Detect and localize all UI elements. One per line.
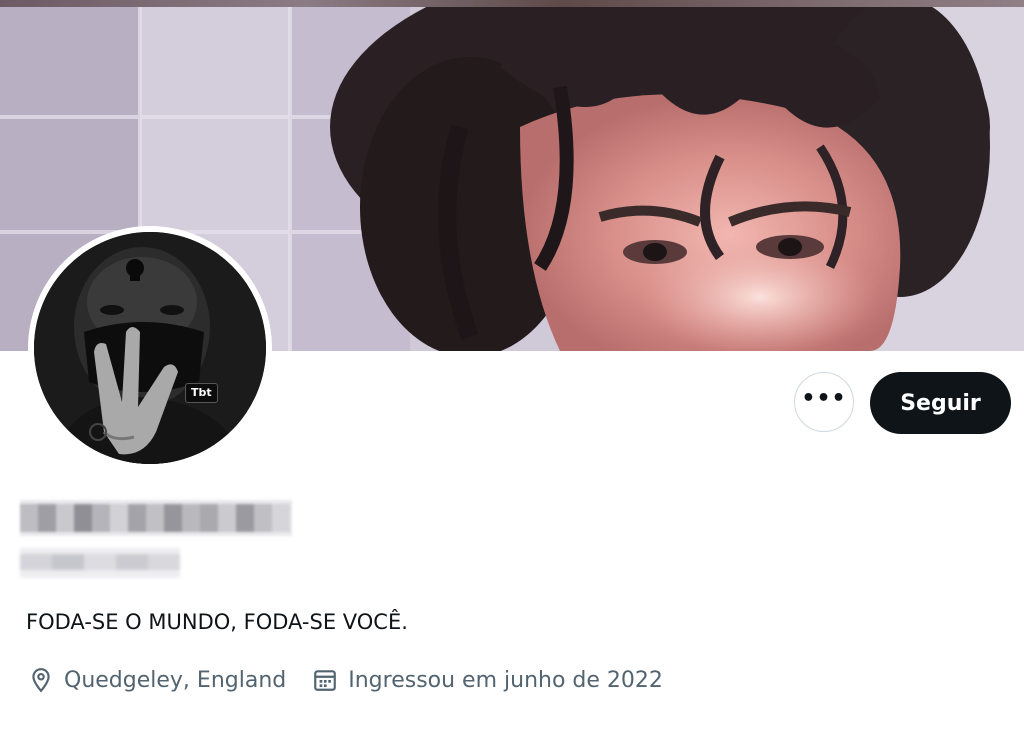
avatar-image: Tbt xyxy=(34,232,266,464)
location-pin-icon xyxy=(32,668,50,693)
profile-meta: Quedgeley, England Ingressou em junho de… xyxy=(28,664,663,696)
more-options-button[interactable]: ••• xyxy=(794,372,854,432)
redacted-username xyxy=(20,548,180,578)
profile-bio: FODA-SE O MUNDO, FODA-SE VOCÊ. xyxy=(26,610,408,634)
tbt-badge: Tbt xyxy=(185,383,218,403)
calendar-icon xyxy=(314,670,337,691)
redacted-display-name xyxy=(20,500,292,536)
follow-button[interactable]: Seguir xyxy=(870,372,1011,434)
location-item: Quedgeley, England xyxy=(28,667,286,693)
profile-avatar[interactable]: Tbt xyxy=(28,226,272,470)
joined-text: Ingressou em junho de 2022 xyxy=(348,667,663,693)
top-strip xyxy=(0,0,1024,7)
joined-item: Ingressou em junho de 2022 xyxy=(312,667,663,693)
location-text: Quedgeley, England xyxy=(64,667,287,693)
more-horizontal-icon: ••• xyxy=(801,386,847,411)
